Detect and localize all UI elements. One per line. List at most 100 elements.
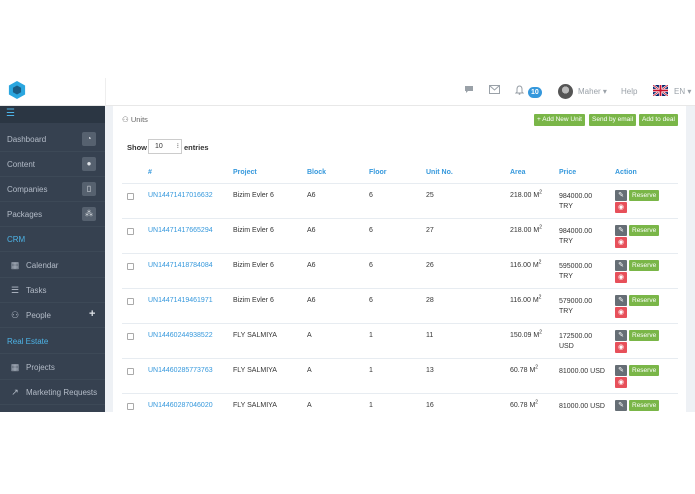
table-row: UN14460287046020 FLY SALMIYA A 1 16 60.7…: [122, 393, 678, 412]
add-to-deal-button[interactable]: Add to deal: [639, 114, 678, 126]
sidebar-item-people[interactable]: ⚇ People +: [0, 303, 105, 328]
cell-block: A: [307, 402, 312, 409]
reserve-button[interactable]: Reserve: [629, 190, 660, 201]
column-header-id[interactable]: #: [148, 169, 152, 176]
reserve-button[interactable]: Reserve: [629, 295, 660, 306]
add-new-unit-button[interactable]: + Add New Unit: [534, 114, 585, 126]
edit-icon[interactable]: ✎: [615, 365, 627, 376]
eye-icon[interactable]: ◉: [615, 377, 627, 388]
menu-icon: ☰: [6, 108, 15, 119]
cell-area: 60.78 M2: [510, 399, 539, 409]
cell-block: A6: [307, 192, 316, 199]
unit-id-link[interactable]: UN14471418784084: [148, 262, 213, 269]
row-checkbox[interactable]: [127, 298, 134, 305]
row-checkbox[interactable]: [127, 193, 134, 200]
row-checkbox[interactable]: [127, 263, 134, 270]
sidebar-item-projects[interactable]: ▦ Projects: [0, 355, 105, 380]
language-selector[interactable]: EN ▾: [674, 87, 691, 96]
edit-icon[interactable]: ✎: [615, 295, 627, 306]
column-header-project[interactable]: Project: [233, 169, 257, 176]
row-checkbox[interactable]: [127, 333, 134, 340]
cell-price: 579000.00 TRY: [559, 298, 593, 315]
chat-icon[interactable]: [464, 85, 474, 96]
column-header-block[interactable]: Block: [307, 169, 326, 176]
user-name[interactable]: Maher ▾: [578, 87, 607, 96]
grid-icon: ▦: [10, 362, 20, 372]
plus-icon[interactable]: +: [89, 308, 95, 320]
table-row: UN14471417016632 Bizim Evler 6 A6 6 25 2…: [122, 183, 678, 218]
reserve-button[interactable]: Reserve: [629, 260, 660, 271]
show-label: Show: [127, 143, 147, 152]
cell-price: 984000.00 TRY: [559, 193, 593, 210]
sidebar-toggle[interactable]: ☰: [0, 106, 105, 123]
cell-price: 172500.00 USD: [559, 333, 593, 350]
cell-floor: 1: [369, 402, 373, 409]
users-icon: ⚇: [122, 115, 129, 124]
reserve-button[interactable]: Reserve: [629, 330, 660, 341]
scrollbar[interactable]: [686, 106, 695, 412]
sidebar-item-calendar[interactable]: ▦ Calendar: [0, 253, 105, 278]
column-header-floor[interactable]: Floor: [369, 169, 387, 176]
unit-id-link[interactable]: UN14460285773763: [148, 367, 213, 374]
send-by-email-button[interactable]: Send by email: [589, 114, 637, 126]
sidebar-item-packages[interactable]: Packages ⁂: [0, 202, 105, 227]
eye-icon[interactable]: ◉: [615, 202, 627, 213]
column-header-action: Action: [615, 169, 637, 176]
row-checkbox[interactable]: [127, 403, 134, 410]
help-link[interactable]: Help: [621, 87, 637, 96]
cell-area: 116.00 M2: [510, 259, 542, 269]
sidebar-item-tasks[interactable]: ☰ Tasks: [0, 278, 105, 303]
eye-icon[interactable]: ◉: [615, 272, 627, 283]
cell-project: Bizim Evler 6: [233, 297, 274, 304]
cell-floor: 1: [369, 367, 373, 374]
cell-project: Bizim Evler 6: [233, 262, 274, 269]
cell-price: 81000.00 USD: [559, 368, 605, 375]
users-icon: ⚇: [10, 310, 20, 320]
eye-icon[interactable]: ◉: [615, 307, 627, 318]
column-header-area[interactable]: Area: [510, 169, 526, 176]
unit-id-link[interactable]: UN14460287046020: [148, 402, 213, 409]
mail-icon[interactable]: [489, 85, 500, 96]
row-checkbox[interactable]: [127, 368, 134, 375]
cell-block: A6: [307, 227, 316, 234]
edit-icon[interactable]: ✎: [615, 225, 627, 236]
unit-id-link[interactable]: UN14471417665294: [148, 227, 213, 234]
sidebar-item-companies[interactable]: Companies ▯: [0, 177, 105, 202]
eye-icon[interactable]: ◉: [615, 342, 627, 353]
sidebar-item-marketing-requests[interactable]: ↗ Marketing Requests: [0, 380, 105, 405]
flag-uk-icon[interactable]: [653, 85, 668, 96]
edit-icon[interactable]: ✎: [615, 260, 627, 271]
unit-id-link[interactable]: UN14460244938522: [148, 332, 213, 339]
edit-icon[interactable]: ✎: [615, 400, 627, 411]
cell-project: FLY SALMIYA: [233, 367, 277, 374]
eye-icon[interactable]: ◉: [615, 237, 627, 248]
reserve-button[interactable]: Reserve: [629, 225, 660, 236]
reserve-button[interactable]: Reserve: [629, 365, 660, 376]
sidebar-item-dashboard[interactable]: Dashboard ◔: [0, 127, 105, 152]
chevron-down-icon: ⁝: [176, 143, 179, 150]
reserve-button[interactable]: Reserve: [629, 400, 660, 411]
cell-block: A6: [307, 262, 316, 269]
logo-icon[interactable]: [8, 80, 26, 100]
table-row: UN14460285773763 FLY SALMIYA A 1 13 60.7…: [122, 358, 678, 393]
cell-block: A: [307, 332, 312, 339]
units-panel: ⚇ Units + Add New Unit Send by email Add…: [113, 106, 686, 412]
edit-icon[interactable]: ✎: [615, 330, 627, 341]
edit-icon[interactable]: ✎: [615, 190, 627, 201]
cell-project: FLY SALMIYA: [233, 402, 277, 409]
row-checkbox[interactable]: [127, 228, 134, 235]
cell-unit: 16: [426, 402, 434, 409]
unit-id-link[interactable]: UN14471419461971: [148, 297, 213, 304]
dashboard-icon: ◔: [82, 132, 96, 146]
entries-select[interactable]: 10 ⁝: [148, 139, 182, 154]
cell-floor: 6: [369, 192, 373, 199]
unit-id-link[interactable]: UN14471417016632: [148, 192, 213, 199]
column-header-unit-no[interactable]: Unit No.: [426, 169, 453, 176]
avatar[interactable]: [558, 84, 573, 99]
cubes-icon: ⁂: [82, 207, 96, 221]
cell-block: A6: [307, 297, 316, 304]
sidebar-item-content[interactable]: Content ●: [0, 152, 105, 177]
bell-icon[interactable]: [514, 85, 525, 97]
notification-badge: 10: [528, 87, 542, 98]
column-header-price[interactable]: Price: [559, 169, 576, 176]
